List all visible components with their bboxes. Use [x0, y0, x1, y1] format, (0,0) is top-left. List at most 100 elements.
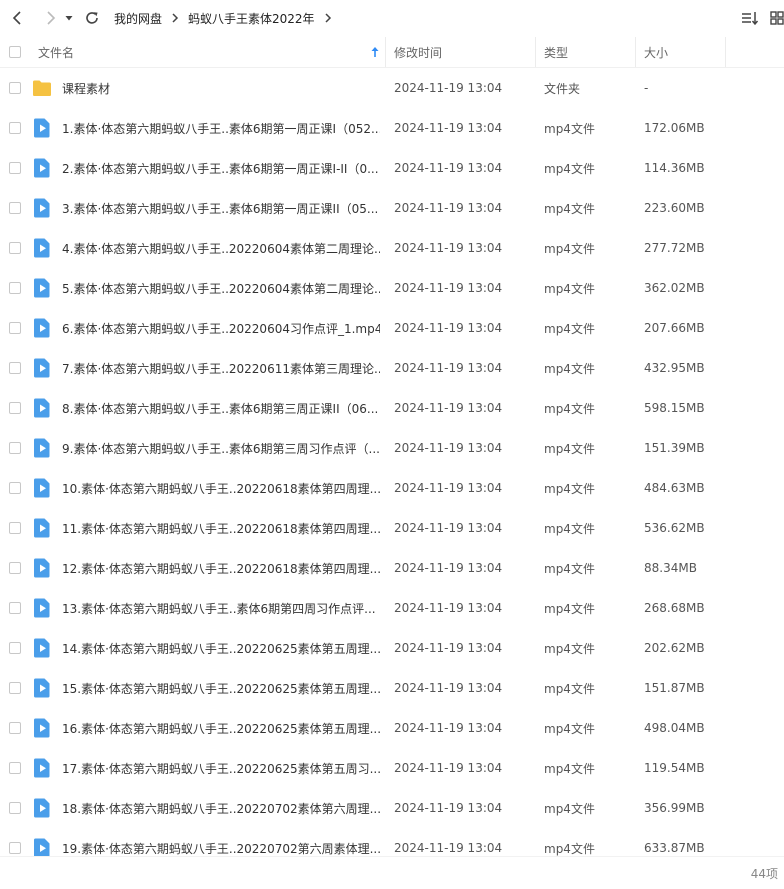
file-name[interactable]: 18.素体·体态第六期蚂蚁八手王..20220702素体第六周理...	[62, 788, 380, 828]
column-divider[interactable]	[635, 37, 636, 67]
row-checkbox[interactable]	[9, 202, 21, 214]
row-select-cell	[9, 108, 21, 148]
file-row[interactable]: 课程素材 2024-11-19 13:04 文件夹 -	[0, 68, 784, 108]
file-row[interactable]: 2.素体·体态第六期蚂蚁八手王..素体6期第一周正课I-II（0... 2024-…	[0, 148, 784, 188]
file-row[interactable]: 19.素体·体态第六期蚂蚁八手王..20220702第六周素体理... 2024-…	[0, 828, 784, 856]
file-type: mp4文件	[544, 201, 595, 216]
forward-button[interactable]	[39, 6, 63, 30]
video-file-icon	[32, 588, 52, 628]
row-checkbox[interactable]	[9, 322, 21, 334]
file-name[interactable]: 10.素体·体态第六期蚂蚁八手王..20220618素体第四周理...	[62, 468, 380, 508]
column-divider[interactable]	[725, 37, 726, 67]
file-name[interactable]: 16.素体·体态第六期蚂蚁八手王..20220625素体第五周理...	[62, 708, 380, 748]
file-row[interactable]: 9.素体·体态第六期蚂蚁八手王..素体6期第三周习作点评（... 2024-11-…	[0, 428, 784, 468]
file-name[interactable]: 8.素体·体态第六期蚂蚁八手王..素体6期第三周正课II（06...	[62, 388, 380, 428]
column-divider[interactable]	[385, 37, 386, 67]
video-file-icon	[32, 428, 52, 468]
file-size: 268.68MB	[644, 601, 705, 615]
file-modified-time: 2024-11-19 13:04	[394, 841, 503, 855]
row-checkbox[interactable]	[9, 482, 21, 494]
file-name[interactable]: 7.素体·体态第六期蚂蚁八手王..20220611素体第三周理论...	[62, 348, 380, 388]
file-row[interactable]: 13.素体·体态第六期蚂蚁八手王..素体6期第四周习作点评... 2024-11-…	[0, 588, 784, 628]
file-size: 202.62MB	[644, 641, 705, 655]
row-checkbox[interactable]	[9, 242, 21, 254]
file-name[interactable]: 14.素体·体态第六期蚂蚁八手王..20220625素体第五周理...	[62, 628, 380, 668]
column-header-name[interactable]: 文件名	[38, 37, 378, 67]
file-name[interactable]: 2.素体·体态第六期蚂蚁八手王..素体6期第一周正课I-II（0...	[62, 148, 380, 188]
file-type: mp4文件	[544, 281, 595, 296]
row-checkbox[interactable]	[9, 442, 21, 454]
column-header-modified[interactable]: 修改时间	[394, 37, 534, 67]
chevron-right-icon[interactable]	[324, 13, 332, 23]
file-row[interactable]: 17.素体·体态第六期蚂蚁八手王..20220625素体第五周习... 2024-…	[0, 748, 784, 788]
file-row[interactable]: 1.素体·体态第六期蚂蚁八手王..素体6期第一周正课I（052... 2024-1…	[0, 108, 784, 148]
row-checkbox[interactable]	[9, 522, 21, 534]
file-row[interactable]: 5.素体·体态第六期蚂蚁八手王..20220604素体第二周理论... 2024-…	[0, 268, 784, 308]
file-row[interactable]: 14.素体·体态第六期蚂蚁八手王..20220625素体第五周理... 2024-…	[0, 628, 784, 668]
breadcrumb-item-root[interactable]: 我的网盘	[114, 10, 162, 27]
row-checkbox[interactable]	[9, 842, 21, 854]
row-checkbox[interactable]	[9, 162, 21, 174]
row-checkbox[interactable]	[9, 682, 21, 694]
row-select-cell	[9, 468, 21, 508]
file-row[interactable]: 3.素体·体态第六期蚂蚁八手王..素体6期第一周正课II（05... 2024-1…	[0, 188, 784, 228]
video-file-icon	[32, 668, 52, 708]
column-header-type[interactable]: 类型	[544, 37, 634, 67]
file-name[interactable]: 19.素体·体态第六期蚂蚁八手王..20220702第六周素体理...	[62, 828, 380, 856]
history-dropdown-button[interactable]	[62, 6, 76, 30]
file-row[interactable]: 16.素体·体态第六期蚂蚁八手王..20220625素体第五周理... 2024-…	[0, 708, 784, 748]
column-divider[interactable]	[535, 37, 536, 67]
file-size: 484.63MB	[644, 481, 705, 495]
file-modified-time: 2024-11-19 13:04	[394, 481, 503, 495]
file-row[interactable]: 10.素体·体态第六期蚂蚁八手王..20220618素体第四周理... 2024-…	[0, 468, 784, 508]
file-size: 223.60MB	[644, 201, 705, 215]
file-row[interactable]: 4.素体·体态第六期蚂蚁八手王..20220604素体第二周理论... 2024-…	[0, 228, 784, 268]
row-checkbox[interactable]	[9, 562, 21, 574]
file-list: 课程素材 2024-11-19 13:04 文件夹 - 1.素体·体态第六期蚂蚁八手王.…	[0, 68, 784, 856]
row-select-cell	[9, 428, 21, 468]
file-name[interactable]: 4.素体·体态第六期蚂蚁八手王..20220604素体第二周理论...	[62, 228, 380, 268]
row-checkbox[interactable]	[9, 82, 21, 94]
file-name[interactable]: 5.素体·体态第六期蚂蚁八手王..20220604素体第二周理论...	[62, 268, 380, 308]
file-row[interactable]: 11.素体·体态第六期蚂蚁八手王..20220618素体第四周理... 2024-…	[0, 508, 784, 548]
file-name[interactable]: 1.素体·体态第六期蚂蚁八手王..素体6期第一周正课I（052...	[62, 108, 380, 148]
row-checkbox[interactable]	[9, 802, 21, 814]
select-all-checkbox[interactable]	[9, 46, 21, 58]
row-checkbox[interactable]	[9, 402, 21, 414]
file-type: mp4文件	[544, 361, 595, 376]
file-row[interactable]: 8.素体·体态第六期蚂蚁八手王..素体6期第三周正课II（06... 2024-1…	[0, 388, 784, 428]
back-button[interactable]	[5, 6, 29, 30]
row-checkbox[interactable]	[9, 362, 21, 374]
breadcrumb-item-current[interactable]: 蚂蚁八手王素体2022年	[188, 10, 315, 27]
row-checkbox[interactable]	[9, 642, 21, 654]
toolbar: 我的网盘 蚂蚁八手王素体2022年	[0, 0, 784, 36]
file-row[interactable]: 12.素体·体态第六期蚂蚁八手王..20220618素体第四周理... 2024-…	[0, 548, 784, 588]
row-checkbox[interactable]	[9, 602, 21, 614]
row-checkbox[interactable]	[9, 762, 21, 774]
sort-button[interactable]	[738, 6, 762, 30]
file-name[interactable]: 课程素材	[62, 68, 380, 108]
file-name[interactable]: 3.素体·体态第六期蚂蚁八手王..素体6期第一周正课II（05...	[62, 188, 380, 228]
row-checkbox[interactable]	[9, 282, 21, 294]
row-checkbox[interactable]	[9, 122, 21, 134]
row-checkbox[interactable]	[9, 722, 21, 734]
column-header-size-label: 大小	[644, 45, 669, 60]
file-name[interactable]: 11.素体·体态第六期蚂蚁八手王..20220618素体第四周理...	[62, 508, 380, 548]
file-row[interactable]: 7.素体·体态第六期蚂蚁八手王..20220611素体第三周理论... 2024-…	[0, 348, 784, 388]
refresh-button[interactable]	[80, 6, 104, 30]
file-name[interactable]: 12.素体·体态第六期蚂蚁八手王..20220618素体第四周理...	[62, 548, 380, 588]
file-size: 114.36MB	[644, 161, 705, 175]
file-name[interactable]: 17.素体·体态第六期蚂蚁八手王..20220625素体第五周习...	[62, 748, 380, 788]
column-header-size[interactable]: 大小	[644, 37, 724, 67]
file-row[interactable]: 15.素体·体态第六期蚂蚁八手王..20220625素体第五周理... 2024-…	[0, 668, 784, 708]
file-row[interactable]: 6.素体·体态第六期蚂蚁八手王..20220604习作点评_1.mp4 2024-…	[0, 308, 784, 348]
file-name[interactable]: 9.素体·体态第六期蚂蚁八手王..素体6期第三周习作点评（...	[62, 428, 380, 468]
arrow-up-icon[interactable]	[370, 37, 380, 67]
file-name[interactable]: 6.素体·体态第六期蚂蚁八手王..20220604习作点评_1.mp4	[62, 308, 380, 348]
file-name[interactable]: 13.素体·体态第六期蚂蚁八手王..素体6期第四周习作点评...	[62, 588, 380, 628]
file-modified-time: 2024-11-19 13:04	[394, 401, 503, 415]
breadcrumb: 我的网盘 蚂蚁八手王素体2022年	[114, 10, 341, 27]
file-name[interactable]: 15.素体·体态第六期蚂蚁八手王..20220625素体第五周理...	[62, 668, 380, 708]
file-row[interactable]: 18.素体·体态第六期蚂蚁八手王..20220702素体第六周理... 2024-…	[0, 788, 784, 828]
view-toggle-button[interactable]	[768, 6, 784, 30]
